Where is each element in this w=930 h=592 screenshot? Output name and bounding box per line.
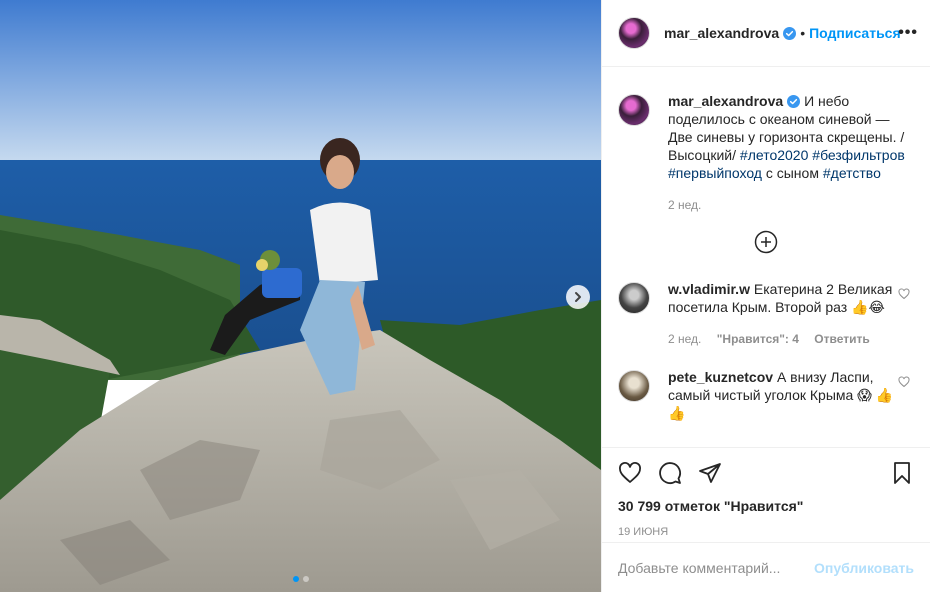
action-icon-row bbox=[618, 448, 914, 498]
more-options-icon[interactable]: ••• bbox=[898, 24, 918, 42]
author-username[interactable]: mar_alexandrova bbox=[664, 25, 779, 41]
hashtag-link[interactable]: #лето2020 bbox=[740, 147, 808, 163]
comment-body: w.vladimir.w Екатерина 2 Великая посетил… bbox=[668, 280, 908, 348]
author-avatar[interactable] bbox=[618, 17, 650, 49]
commenter-avatar[interactable] bbox=[618, 282, 650, 314]
post-actions: 30 799 отметок "Нравится" 19 июня bbox=[602, 447, 930, 542]
comment-input[interactable] bbox=[618, 559, 815, 576]
reply-button[interactable]: Ответить bbox=[814, 332, 869, 346]
comment-username[interactable]: pete_kuznetcov bbox=[668, 369, 773, 385]
save-button[interactable] bbox=[890, 461, 914, 485]
caption-time[interactable]: 2 нед. bbox=[668, 198, 701, 212]
next-slide-button[interactable] bbox=[566, 285, 590, 309]
comment-item: w.vladimir.w Екатерина 2 Великая посетил… bbox=[618, 280, 914, 348]
paper-plane-icon bbox=[699, 463, 721, 483]
separator-dot: • bbox=[800, 25, 806, 41]
comment-item: pete_kuznetcov А внизу Ласпи, самый чист… bbox=[618, 368, 914, 422]
post-side-panel: mar_alexandrova • Подписаться ••• mar_al… bbox=[601, 0, 930, 592]
caption-username[interactable]: mar_alexandrova bbox=[668, 93, 783, 109]
comment-meta: 2 нед. "Нравится": 4 Ответить bbox=[668, 330, 908, 348]
heart-icon[interactable] bbox=[898, 376, 910, 388]
commenter-avatar[interactable] bbox=[618, 370, 650, 402]
publish-button[interactable]: Опубликовать bbox=[814, 560, 914, 576]
carousel-dots bbox=[0, 576, 601, 582]
hashtag-link[interactable]: #детство bbox=[823, 165, 881, 181]
photo-scene bbox=[0, 0, 601, 592]
plus-circle-icon bbox=[754, 230, 778, 254]
like-count[interactable]: 30 799 отметок "Нравится" bbox=[618, 498, 914, 514]
comment-like-count[interactable]: "Нравится": 4 bbox=[717, 332, 799, 346]
heart-icon bbox=[619, 462, 641, 483]
carousel-dot-active bbox=[292, 576, 299, 582]
post-photo[interactable] bbox=[0, 0, 601, 592]
verified-badge-icon bbox=[787, 95, 801, 108]
add-comment-bar: Опубликовать bbox=[602, 542, 930, 592]
share-button[interactable] bbox=[698, 461, 722, 485]
follow-button[interactable]: Подписаться bbox=[809, 25, 901, 41]
comment-username[interactable]: w.vladimir.w bbox=[668, 281, 750, 297]
caption-meta: 2 нед. bbox=[668, 196, 908, 214]
comment-time[interactable]: 2 нед. bbox=[668, 332, 701, 346]
hashtag-link[interactable]: #безфильтров bbox=[812, 147, 905, 163]
comment-body: pete_kuznetcov А внизу Ласпи, самый чист… bbox=[668, 368, 908, 422]
caption: mar_alexandrova И небо поделилось с океа… bbox=[618, 92, 914, 214]
post-date[interactable]: 19 июня bbox=[618, 526, 914, 538]
heart-icon[interactable] bbox=[898, 288, 910, 300]
verified-badge-icon bbox=[783, 26, 797, 40]
comment-bubble-icon bbox=[659, 462, 681, 484]
load-more-comments-button[interactable] bbox=[618, 230, 914, 254]
hashtag-link[interactable]: #первыйпоход bbox=[668, 165, 762, 181]
carousel-dot bbox=[302, 576, 309, 582]
comments-list[interactable]: mar_alexandrova И небо поделилось с океа… bbox=[602, 68, 930, 447]
chevron-right-icon bbox=[575, 292, 581, 302]
like-button[interactable] bbox=[618, 461, 642, 485]
author-avatar[interactable] bbox=[618, 94, 650, 126]
comment-button[interactable] bbox=[658, 461, 682, 485]
bookmark-icon bbox=[894, 462, 910, 484]
caption-body: mar_alexandrova И небо поделилось с океа… bbox=[668, 92, 908, 214]
caption-text: с сыном bbox=[765, 165, 819, 181]
post-header: mar_alexandrova • Подписаться ••• bbox=[602, 0, 930, 67]
